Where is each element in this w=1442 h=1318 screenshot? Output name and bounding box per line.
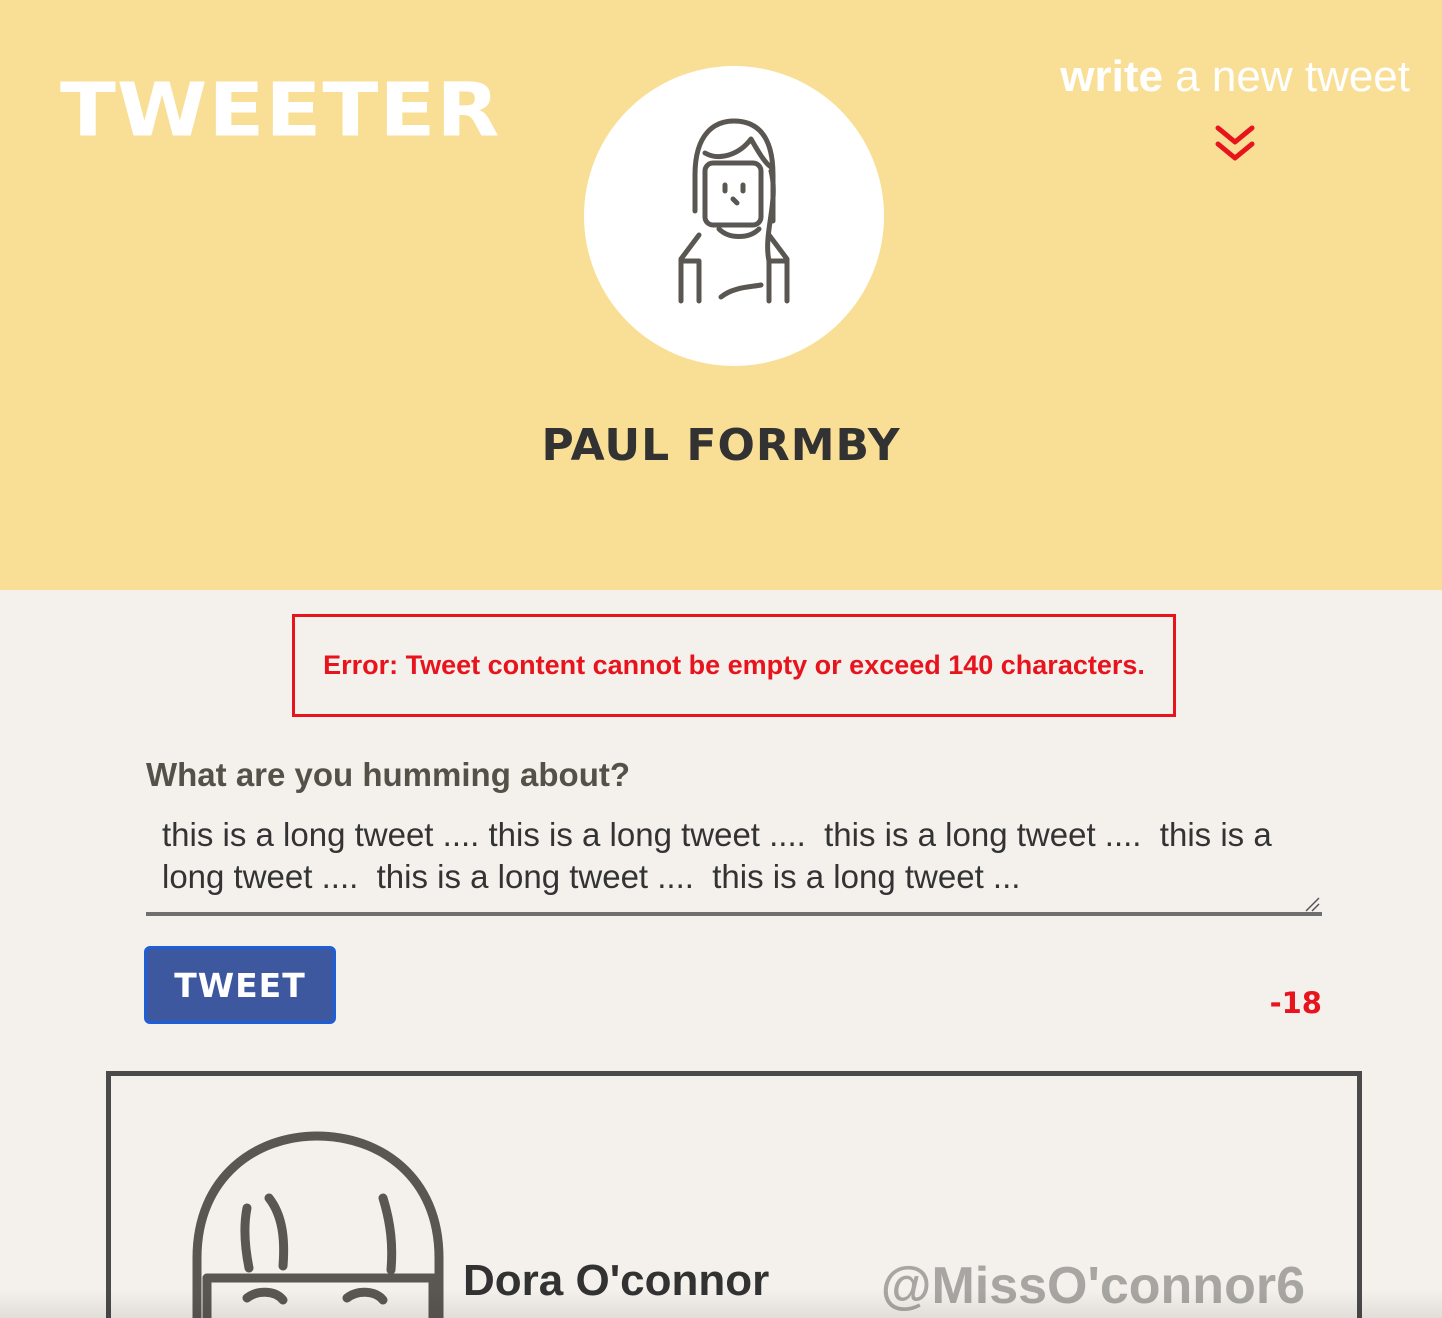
character-counter: -18 bbox=[1269, 986, 1322, 1020]
error-message: Error: Tweet content cannot be empty or … bbox=[292, 614, 1176, 717]
tweet-author-handle: @MissO'connor6 bbox=[880, 1257, 1305, 1315]
app-logo[interactable]: TWEETER bbox=[60, 68, 501, 154]
tweet-textarea[interactable]: this is a long tweet .... this is a long… bbox=[146, 808, 1322, 916]
tweet-author-name: Dora O'connor bbox=[463, 1256, 770, 1305]
write-new-tweet-link[interactable]: write a new tweet bbox=[1060, 52, 1410, 102]
compose-label: What are you humming about? bbox=[146, 756, 630, 793]
write-link-rest: a new tweet bbox=[1162, 52, 1410, 101]
tweet-card: Dora O'connor @MissO'connor6 bbox=[106, 1071, 1362, 1318]
profile-header: TWEETER write a new tweet PAUL FORMBY bbox=[0, 0, 1442, 590]
resize-handle-icon[interactable] bbox=[1304, 896, 1320, 912]
double-chevron-down-icon[interactable] bbox=[1214, 122, 1256, 166]
tweet-button[interactable]: TWEET bbox=[144, 946, 336, 1024]
woman-avatar-icon bbox=[678, 118, 790, 304]
profile-name: PAUL FORMBY bbox=[541, 420, 901, 471]
woman-avatar-icon bbox=[192, 1131, 444, 1318]
write-link-strong: write bbox=[1060, 52, 1163, 101]
profile-avatar bbox=[584, 66, 884, 366]
